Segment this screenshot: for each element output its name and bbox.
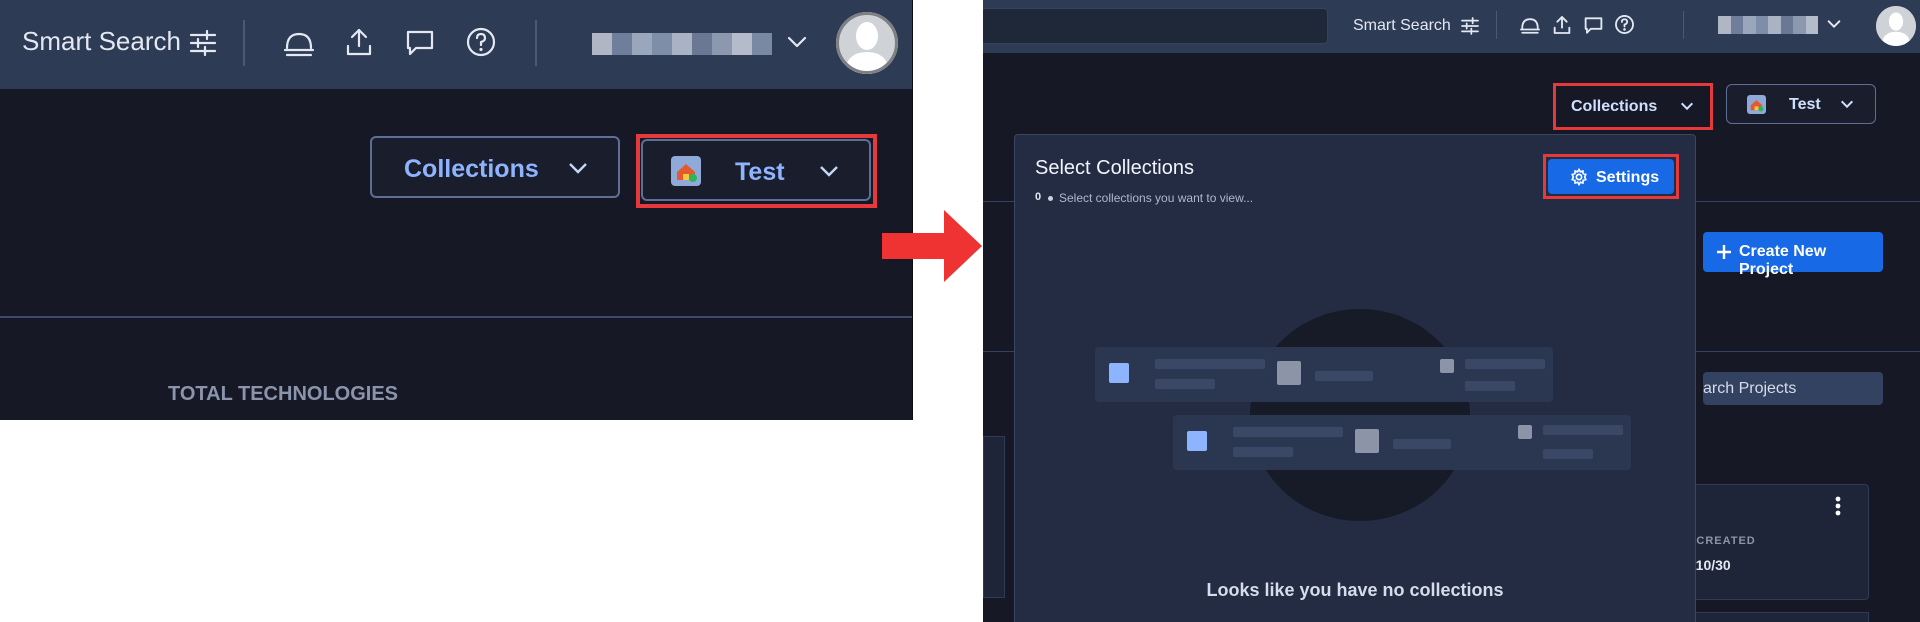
chevron-down-icon xyxy=(820,166,838,177)
chevron-down-icon xyxy=(569,163,587,174)
workspace-button[interactable]: Test xyxy=(641,139,871,201)
chevron-down-icon[interactable] xyxy=(785,32,809,52)
dropdown-title: Select Collections xyxy=(1035,157,1194,179)
plus-icon xyxy=(1717,245,1731,259)
gear-icon xyxy=(1571,168,1587,186)
dropdown-subtitle: Select collections you want to view... xyxy=(1059,191,1254,205)
chat-icon[interactable] xyxy=(404,27,436,59)
chevron-down-icon xyxy=(1680,102,1694,111)
empty-message: Looks like you have no collections xyxy=(1206,580,1504,600)
top-bar: Smart Search xyxy=(983,0,1920,53)
search-projects-input[interactable]: arch Projects xyxy=(1703,372,1883,405)
total-technologies-label: TOTAL TECHNOLOGIES xyxy=(168,383,399,405)
kebab-icon[interactable] xyxy=(1834,495,1842,517)
collections-button[interactable]: Collections xyxy=(370,136,620,198)
sliders-icon[interactable] xyxy=(1460,16,1480,36)
collections-dropdown: Select Collections 0 Select collections … xyxy=(1014,134,1696,622)
project-card[interactable]: E CREATED 5/10/30 xyxy=(1683,484,1869,600)
blurred-username xyxy=(592,33,772,55)
help-icon[interactable] xyxy=(1614,14,1635,35)
collections-label: Collections xyxy=(1571,98,1658,115)
tray-icon[interactable] xyxy=(282,28,316,58)
search-projects-placeholder: arch Projects xyxy=(1703,380,1797,397)
chat-icon[interactable] xyxy=(1583,15,1604,36)
tray-icon[interactable] xyxy=(1519,15,1541,35)
collections-button[interactable]: Collections xyxy=(1557,87,1709,126)
workspace-logo xyxy=(671,156,701,186)
empty-state-illustration xyxy=(1095,305,1635,525)
divider xyxy=(0,316,912,318)
workspace-logo xyxy=(1747,95,1766,114)
blurred-username xyxy=(1718,16,1818,34)
full-screenshot: Smart Search Collections Test Create New… xyxy=(983,0,1920,622)
global-search-input[interactable] xyxy=(983,8,1328,44)
settings-button[interactable]: Settings xyxy=(1548,159,1674,194)
upload-icon[interactable] xyxy=(1552,14,1572,36)
create-project-button[interactable]: Create New Project xyxy=(1703,232,1883,278)
arrow-right-icon xyxy=(882,210,982,282)
avatar[interactable] xyxy=(1876,6,1916,46)
bullet xyxy=(1048,196,1053,201)
divider xyxy=(1496,11,1497,39)
smart-search-label[interactable]: Smart Search xyxy=(1353,17,1451,35)
avatar[interactable] xyxy=(836,12,898,74)
workspace-label: Test xyxy=(1789,96,1821,113)
chevron-down-icon xyxy=(1840,100,1854,109)
chevron-down-icon[interactable] xyxy=(1826,17,1842,31)
divider xyxy=(535,20,537,66)
divider xyxy=(1683,11,1684,39)
help-icon[interactable] xyxy=(465,26,497,58)
top-bar: Smart Search xyxy=(0,0,912,89)
selected-count: 0 xyxy=(1035,191,1042,203)
zoomed-screenshot: Smart Search Collections Test TOTAL TECH… xyxy=(0,0,913,420)
sliders-icon[interactable] xyxy=(188,28,218,58)
divider xyxy=(243,20,245,66)
collections-label: Collections xyxy=(404,155,539,183)
workspace-button[interactable]: Test xyxy=(1726,84,1876,124)
smart-search-label[interactable]: Smart Search xyxy=(22,26,181,57)
upload-icon[interactable] xyxy=(344,26,374,58)
project-card[interactable] xyxy=(983,436,1005,598)
workspace-label: Test xyxy=(735,158,785,186)
settings-label: Settings xyxy=(1596,169,1660,186)
project-card[interactable] xyxy=(1683,612,1869,622)
create-project-label: Create New Project xyxy=(1739,243,1827,278)
